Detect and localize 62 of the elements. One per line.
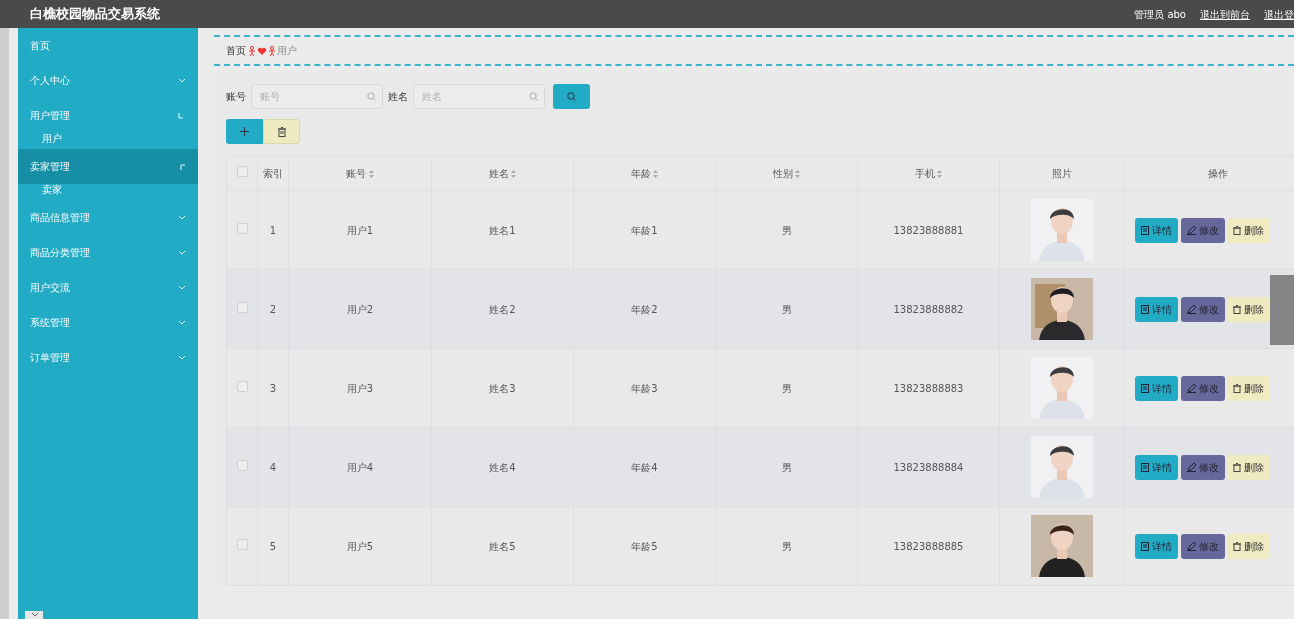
delete-button[interactable]: 删除: [1227, 454, 1270, 480]
column-header[interactable]: 年龄: [630, 166, 659, 181]
table-cell: 用户1: [346, 224, 374, 236]
detail-button[interactable]: 详情: [1135, 454, 1178, 480]
table-cell: 年龄5: [631, 540, 658, 552]
table-cell: 13823888881: [893, 224, 964, 236]
table-cell: 1: [269, 224, 277, 236]
table-cell: 13823888882: [893, 303, 964, 315]
table-cell: 用户5: [346, 540, 374, 552]
admin-user: 管理员 abo: [1134, 7, 1186, 22]
column-header: 操作: [1207, 167, 1228, 181]
breadcrumb-current: 用户: [277, 44, 297, 58]
table-cell: 姓名3: [489, 382, 516, 394]
column-header: 索引: [263, 167, 283, 181]
edit-button[interactable]: 修改: [1180, 454, 1225, 480]
table-cell: 姓名2: [489, 303, 516, 315]
table-cell: 男: [781, 540, 792, 552]
table-cell: 男: [781, 303, 792, 315]
column-header[interactable]: 性别: [772, 166, 801, 181]
field-label: 账号: [226, 90, 246, 104]
column-header: 照片: [1052, 167, 1072, 181]
table-cell: 用户4: [346, 461, 374, 473]
column-header[interactable]: 姓名: [488, 166, 517, 181]
detail-button[interactable]: 详情: [1135, 375, 1178, 401]
table-cell: 3: [269, 382, 277, 394]
sidebar-item[interactable]: 卖家管理: [18, 149, 198, 184]
detail-button[interactable]: 详情: [1135, 217, 1178, 243]
delete-button[interactable]: 删除: [1227, 375, 1270, 401]
table-cell: 姓名5: [489, 540, 516, 552]
app-title: 白樵校园物品交易系统: [30, 5, 160, 24]
edit-button[interactable]: 修改: [1180, 296, 1225, 322]
delete-button[interactable]: 删除: [1227, 533, 1270, 559]
table-cell: 13823888885: [893, 540, 964, 552]
table-cell: 男: [781, 382, 792, 394]
table-cell: 男: [781, 224, 792, 236]
field-label: 姓名: [388, 90, 408, 104]
table-cell: 姓名1: [489, 224, 516, 236]
detail-button[interactable]: 详情: [1135, 296, 1178, 322]
table-cell: 男: [781, 461, 792, 473]
detail-button[interactable]: 详情: [1135, 533, 1178, 559]
header-link[interactable]: 退出到前台: [1200, 6, 1250, 22]
table-cell: 年龄3: [631, 382, 658, 394]
table-cell: 年龄4: [631, 461, 658, 473]
table-cell: 用户3: [346, 382, 374, 394]
table-cell: 13823888883: [893, 382, 964, 394]
table-cell: 5: [269, 540, 277, 552]
header-link[interactable]: 退出登: [1264, 6, 1294, 22]
table-cell: 年龄2: [631, 303, 658, 315]
table-cell: 2: [269, 303, 277, 315]
delete-button[interactable]: 删除: [1227, 296, 1270, 322]
edit-button[interactable]: 修改: [1180, 533, 1225, 559]
table-cell: 年龄1: [631, 224, 658, 236]
edit-button[interactable]: 修改: [1180, 375, 1225, 401]
breadcrumb-home[interactable]: 首页: [226, 43, 246, 58]
table-cell: 姓名4: [489, 461, 516, 473]
column-header[interactable]: 手机: [914, 166, 943, 181]
table-cell: 13823888884: [893, 461, 964, 473]
edit-button[interactable]: 修改: [1180, 217, 1225, 243]
table-cell: 用户2: [346, 303, 374, 315]
column-header[interactable]: 账号: [346, 166, 374, 181]
delete-button[interactable]: 删除: [1227, 217, 1270, 243]
table-cell: 4: [269, 461, 277, 473]
